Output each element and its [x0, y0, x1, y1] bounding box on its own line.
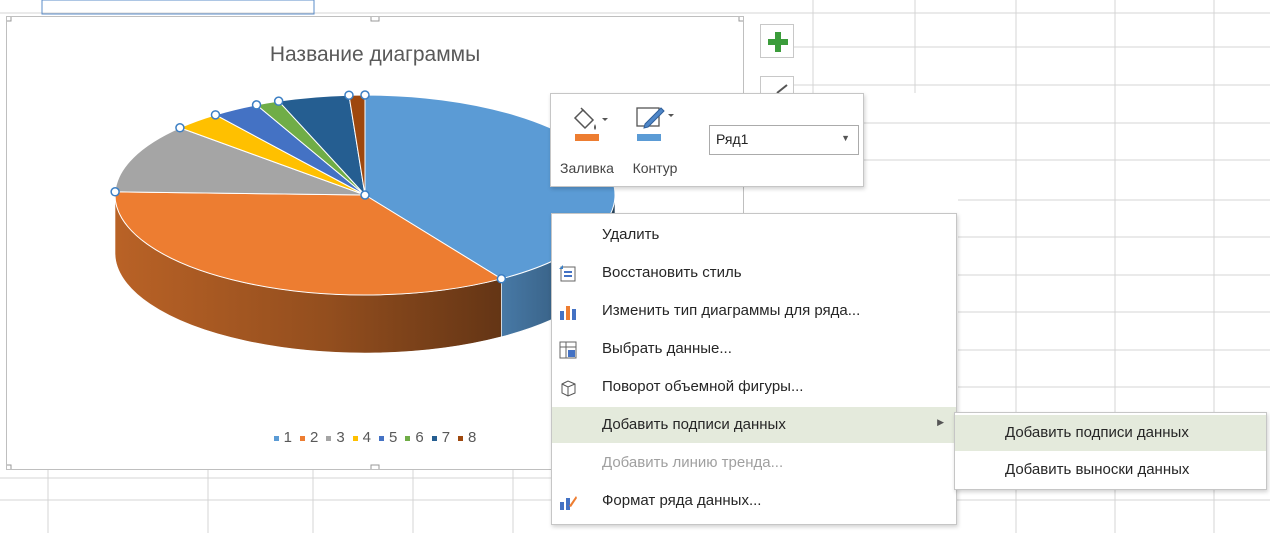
submenu-item[interactable]: Добавить выноски данных: [955, 452, 1266, 488]
menu-item[interactable]: Выбрать данные...: [552, 331, 956, 367]
selection-handle[interactable]: [210, 110, 221, 120]
legend-item[interactable]: 7: [431, 429, 451, 446]
submenu-item-label: Добавить выноски данных: [1005, 461, 1190, 478]
legend-item[interactable]: 8: [458, 429, 476, 446]
legend-label: 6: [415, 429, 424, 446]
submenu-item-label: Добавить подписи данных: [1005, 424, 1189, 441]
selection-handle[interactable]: [360, 190, 370, 200]
chart-resize-handle[interactable]: [738, 17, 743, 22]
menu-item[interactable]: Восстановить стиль: [552, 255, 956, 291]
selection-handle[interactable]: [273, 96, 284, 106]
context-menu: Удалить Восстановить стиль Изменить тип ди…: [551, 213, 957, 525]
fill-label: Заливка: [560, 160, 614, 176]
series-value: Ряд1: [716, 131, 749, 147]
format-series-icon: [560, 496, 577, 510]
chart-resize-handle[interactable]: [7, 17, 12, 22]
chart-resize-handle[interactable]: [370, 17, 380, 22]
legend-marker: [299, 435, 305, 441]
legend-label: 7: [441, 429, 451, 446]
selection-handle[interactable]: [110, 187, 120, 197]
legend-item[interactable]: 3: [326, 429, 345, 446]
menu-item[interactable]: Добавить подписи данных ▶: [552, 407, 956, 443]
menu-item-label: Выбрать данные...: [602, 340, 732, 357]
menu-item-label: Поворот объемной фигуры...: [602, 378, 804, 395]
paint-bucket-icon: [573, 107, 608, 141]
fill-button[interactable]: Заливка: [555, 100, 619, 180]
menu-item-label: Добавить линию тренда...: [602, 454, 784, 471]
menu-item-label: Изменить тип диаграммы для ряда...: [602, 302, 861, 319]
reset-style-icon: [559, 265, 576, 282]
legend-label: 1: [283, 429, 292, 446]
menu-item: Добавить линию тренда...: [552, 445, 956, 481]
legend-label: 2: [309, 429, 319, 446]
chevron-right-icon: ▶: [937, 417, 944, 427]
plus-icon: [768, 32, 788, 52]
legend-marker: [326, 435, 332, 441]
chevron-down-icon: ▼: [841, 133, 850, 143]
legend-marker: [458, 435, 464, 441]
legend-marker: [405, 435, 411, 441]
legend-marker: [379, 435, 384, 441]
data-labels-submenu: Добавить подписи данных Добавить выноски …: [954, 412, 1267, 490]
selection-handle[interactable]: [344, 90, 354, 100]
chart-elements-button[interactable]: [760, 24, 794, 58]
menu-item-label: Восстановить стиль: [602, 264, 742, 281]
selection-handle[interactable]: [175, 123, 185, 133]
legend-label: 4: [362, 429, 371, 446]
legend-item[interactable]: 6: [405, 429, 424, 446]
legend-label: 5: [389, 429, 398, 446]
submenu-item[interactable]: Добавить подписи данных: [955, 415, 1266, 451]
menu-item[interactable]: Изменить тип диаграммы для ряда...: [552, 293, 956, 329]
legend-item[interactable]: 1: [273, 429, 292, 446]
menu-item[interactable]: Поворот объемной фигуры...: [552, 369, 956, 405]
legend-item[interactable]: 2: [299, 429, 319, 446]
selection-handle[interactable]: [251, 100, 262, 110]
outline-button[interactable]: Контур: [623, 100, 687, 180]
menu-item[interactable]: Удалить: [552, 217, 956, 253]
legend-item[interactable]: 5: [379, 429, 397, 446]
legend-marker: [273, 435, 279, 441]
legend-label: 3: [336, 429, 345, 446]
series-select[interactable]: Ряд1 ▼: [709, 125, 859, 155]
chart-resize-handle[interactable]: [7, 464, 12, 469]
selection-handle[interactable]: [496, 274, 507, 284]
3d-rotation-icon: [561, 380, 576, 397]
select-data-icon: [559, 341, 577, 359]
legend-marker: [431, 435, 437, 441]
menu-item-label: Добавить подписи данных: [602, 416, 786, 433]
mini-toolbar: Заливка Контур Ряд1 ▼: [550, 93, 864, 187]
chart-type-icon: [560, 306, 576, 320]
outline-label: Контур: [632, 160, 678, 176]
selection-handle[interactable]: [360, 90, 370, 100]
legend-marker: [352, 435, 358, 441]
menu-item[interactable]: Формат ряда данных...: [552, 483, 956, 519]
legend-item[interactable]: 4: [352, 429, 371, 446]
menu-item-label: Удалить: [602, 226, 660, 243]
chart-resize-handle[interactable]: [370, 464, 380, 469]
pen-icon: [636, 107, 674, 141]
legend-label: 8: [468, 429, 477, 446]
menu-item-label: Формат ряда данных...: [602, 492, 762, 509]
